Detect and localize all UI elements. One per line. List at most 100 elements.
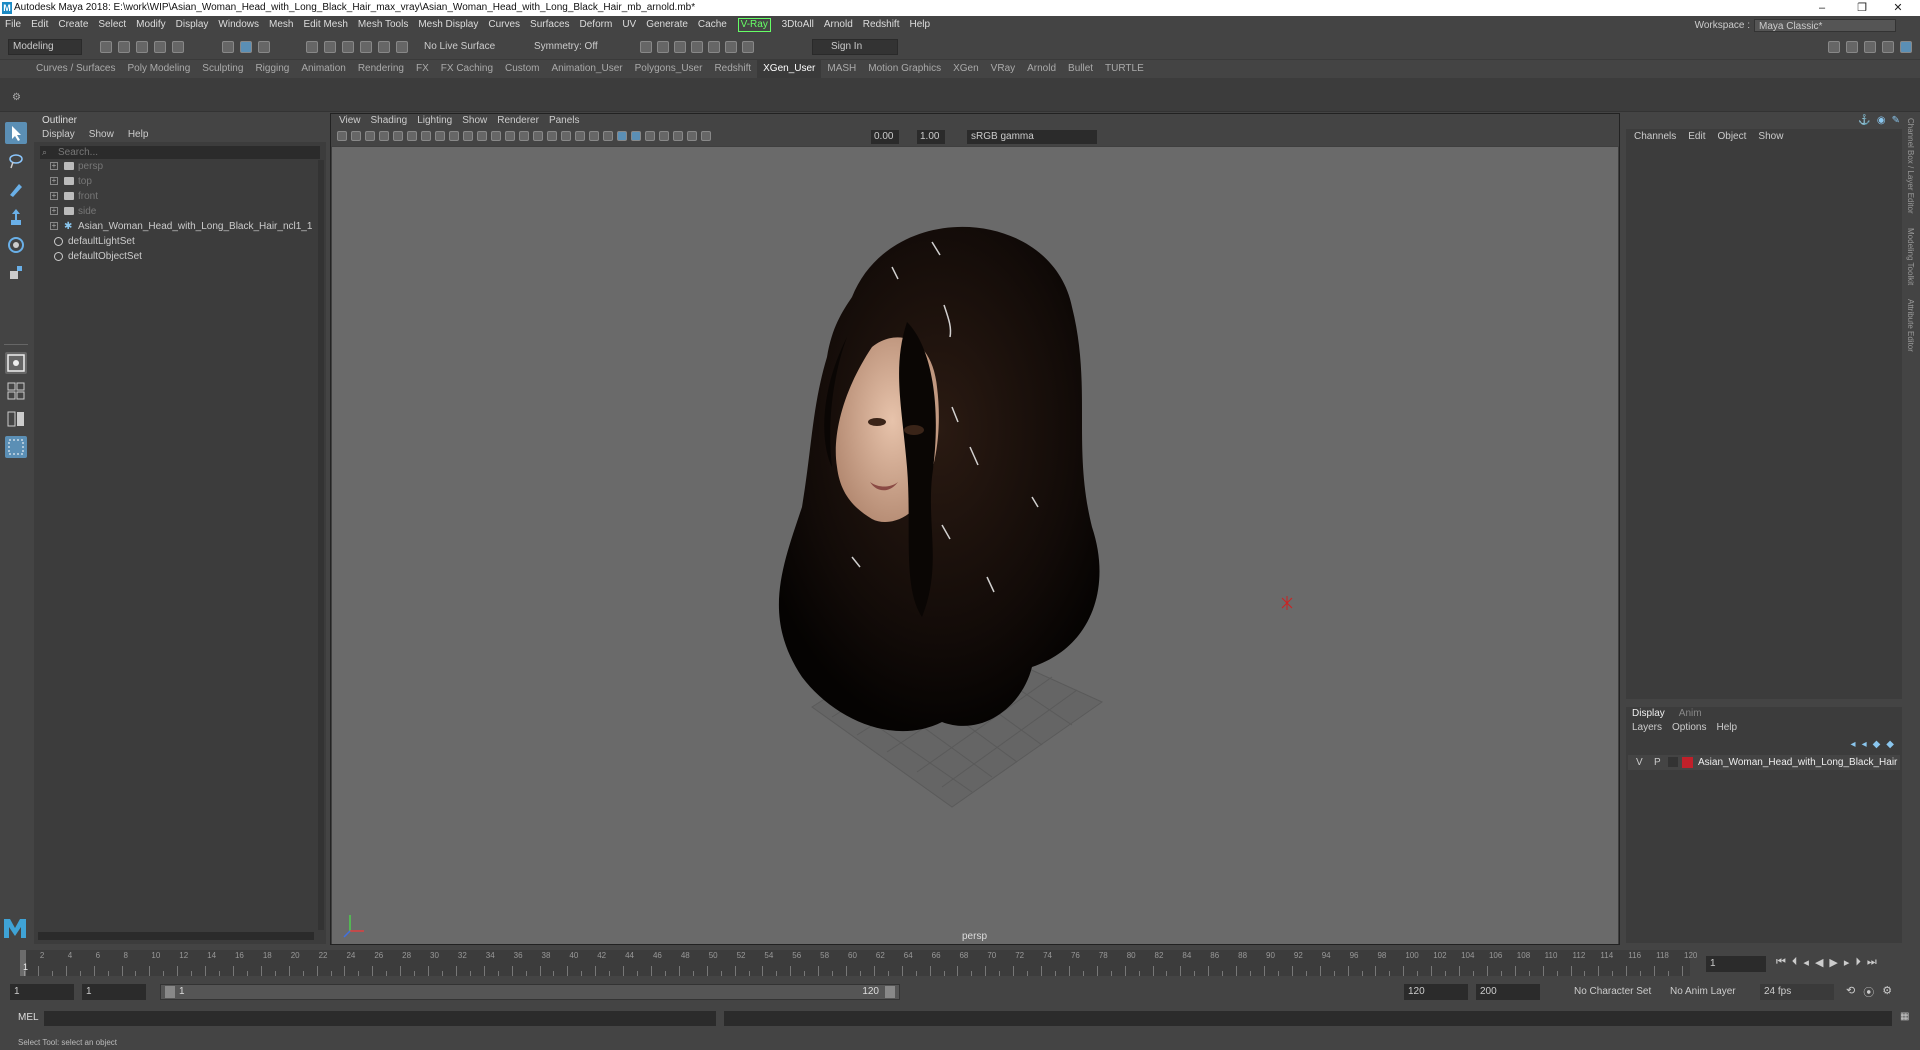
layer-type-toggle[interactable] [1668, 757, 1678, 767]
shelf-tab-rigging[interactable]: Rigging [249, 60, 295, 78]
rotate-tool-icon[interactable] [5, 234, 27, 256]
script-editor-icon[interactable]: ▦ [1900, 1011, 1909, 1022]
select-object-icon[interactable] [240, 41, 252, 53]
outliner-menu-help[interactable]: Help [128, 129, 149, 140]
scale-tool-icon[interactable] [5, 262, 27, 284]
open-scene-icon[interactable] [118, 41, 130, 53]
color-space-dropdown[interactable]: sRGB gamma [967, 130, 1097, 144]
exposure-field[interactable]: 0.00 [871, 130, 899, 144]
current-frame-field[interactable]: 1 [1706, 956, 1766, 972]
symmetry-dropdown[interactable]: Symmetry: Off [528, 39, 608, 55]
command-language-label[interactable]: MEL [18, 1012, 39, 1023]
backface-culling-icon[interactable] [701, 131, 711, 141]
outliner-item[interactable]: defaultObjectSet [34, 249, 314, 264]
outliner-item[interactable]: + side [34, 204, 314, 219]
command-input[interactable] [44, 1011, 716, 1026]
new-layer-selected-icon[interactable]: ◆ [1886, 739, 1894, 750]
expand-icon[interactable]: + [50, 222, 58, 230]
loop-icon[interactable]: ⟲ [1846, 984, 1855, 1000]
field-chart-icon[interactable] [477, 131, 487, 141]
snap-point-icon[interactable] [342, 41, 354, 53]
viewport-menu-view[interactable]: View [339, 115, 361, 126]
channel-box-icon[interactable] [1882, 41, 1894, 53]
modeling-toolkit-icon[interactable] [1828, 41, 1840, 53]
range-start-handle[interactable] [165, 986, 175, 998]
snap-live-icon[interactable] [378, 41, 390, 53]
menu-redshift[interactable]: Redshift [858, 16, 905, 34]
menu-mesh[interactable]: Mesh [264, 16, 298, 34]
menu-display[interactable]: Display [171, 16, 214, 34]
viewport-menu-panels[interactable]: Panels [549, 115, 580, 126]
shelf-tab-mash[interactable]: MASH [821, 60, 862, 78]
character-set-dropdown[interactable]: No Character Set [1574, 986, 1651, 997]
motion-blur-icon[interactable] [617, 131, 627, 141]
bookmark-icon[interactable] [365, 131, 375, 141]
sync-icon[interactable]: ◉ [1877, 115, 1886, 126]
select-camera-icon[interactable] [337, 131, 347, 141]
menu-generate[interactable]: Generate [641, 16, 693, 34]
viewport-menu-renderer[interactable]: Renderer [497, 115, 539, 126]
outliner-scrollbar[interactable] [318, 160, 324, 930]
menu-file[interactable]: File [0, 16, 26, 34]
menu-edit[interactable]: Edit [26, 16, 53, 34]
select-tool-icon[interactable] [5, 122, 27, 144]
smooth-shade-icon[interactable] [533, 131, 543, 141]
channel-menu-edit[interactable]: Edit [1688, 131, 1705, 142]
scene-end-field[interactable]: 200 [1476, 984, 1540, 1000]
play-backward-icon[interactable]: ◀ [1815, 956, 1823, 969]
shelf-tab-fx[interactable]: FX [410, 60, 435, 78]
layer-menu-help[interactable]: Help [1716, 722, 1737, 733]
playblast-icon[interactable] [742, 41, 754, 53]
side-tab-modeling-toolkit[interactable]: Modeling Toolkit [1906, 228, 1915, 285]
new-layer-icon[interactable]: ◆ [1873, 739, 1881, 750]
render-frame-icon[interactable] [640, 41, 652, 53]
animation-prefs-icon[interactable]: ⚙ [1882, 984, 1892, 1000]
shelf-tab-sculpting[interactable]: Sculpting [196, 60, 249, 78]
arnold-render-icon[interactable] [725, 41, 737, 53]
sign-in-button[interactable]: Sign In [812, 39, 898, 55]
shelf-tab-vray[interactable]: VRay [985, 60, 1021, 78]
side-tab-attribute-editor[interactable]: Attribute Editor [1906, 299, 1915, 352]
restore-icon[interactable]: ❐ [1844, 0, 1880, 16]
auto-key-icon[interactable]: ⦿ [1863, 984, 1874, 1000]
shelf-tab-xgen-user[interactable]: XGen_User [757, 60, 822, 78]
wireframe-icon[interactable] [519, 131, 529, 141]
shelf-options-icon[interactable]: ⚙ [12, 92, 21, 103]
layer-playback-toggle[interactable]: P [1654, 755, 1661, 770]
shelf-tab-arnold[interactable]: Arnold [1021, 60, 1062, 78]
range-end-handle[interactable] [885, 986, 895, 998]
four-view-layout-icon[interactable] [5, 380, 27, 402]
layer-tab-display[interactable]: Display [1632, 708, 1665, 719]
single-perspective-layout-icon[interactable] [5, 352, 27, 374]
layer-editor-icon[interactable] [1900, 41, 1912, 53]
camera-attributes-icon[interactable] [351, 131, 361, 141]
use-lights-icon[interactable] [575, 131, 585, 141]
outliner-item[interactable]: + persp [34, 159, 314, 174]
xray-joints-icon[interactable] [673, 131, 683, 141]
outliner-item[interactable]: + top [34, 174, 314, 189]
snap-midpoint-icon[interactable] [396, 41, 408, 53]
menu-mesh-display[interactable]: Mesh Display [413, 16, 483, 34]
wireframe-on-shaded-icon[interactable] [547, 131, 557, 141]
viewport-menu-shading[interactable]: Shading [371, 115, 408, 126]
undo-icon[interactable] [154, 41, 166, 53]
viewport-menu-lighting[interactable]: Lighting [417, 115, 452, 126]
layer-name[interactable]: Asian_Woman_Head_with_Long_Black_Hair [1698, 755, 1897, 770]
expand-icon[interactable]: + [50, 162, 58, 170]
persp-outliner-layout-icon[interactable] [5, 408, 27, 430]
outliner-horizontal-scrollbar[interactable] [38, 932, 314, 940]
select-hierarchy-icon[interactable] [222, 41, 234, 53]
menu-set-dropdown[interactable]: Modeling [8, 39, 82, 55]
menu-3dtoall[interactable]: 3DtoAll [777, 16, 819, 34]
menu-mesh-tools[interactable]: Mesh Tools [353, 16, 413, 34]
layer-menu-options[interactable]: Options [1672, 722, 1706, 733]
snap-curve-icon[interactable] [324, 41, 336, 53]
side-tab-channel-box-layer-editor[interactable]: Channel Box / Layer Editor [1906, 118, 1915, 214]
shelf-tab-bullet[interactable]: Bullet [1062, 60, 1099, 78]
outliner-item[interactable]: + front [34, 189, 314, 204]
expand-icon[interactable]: + [50, 207, 58, 215]
expand-icon[interactable]: + [50, 177, 58, 185]
move-layer-down-icon[interactable]: ◂ [1862, 739, 1867, 750]
save-scene-icon[interactable] [136, 41, 148, 53]
shelf-tab-poly-modeling[interactable]: Poly Modeling [121, 60, 196, 78]
